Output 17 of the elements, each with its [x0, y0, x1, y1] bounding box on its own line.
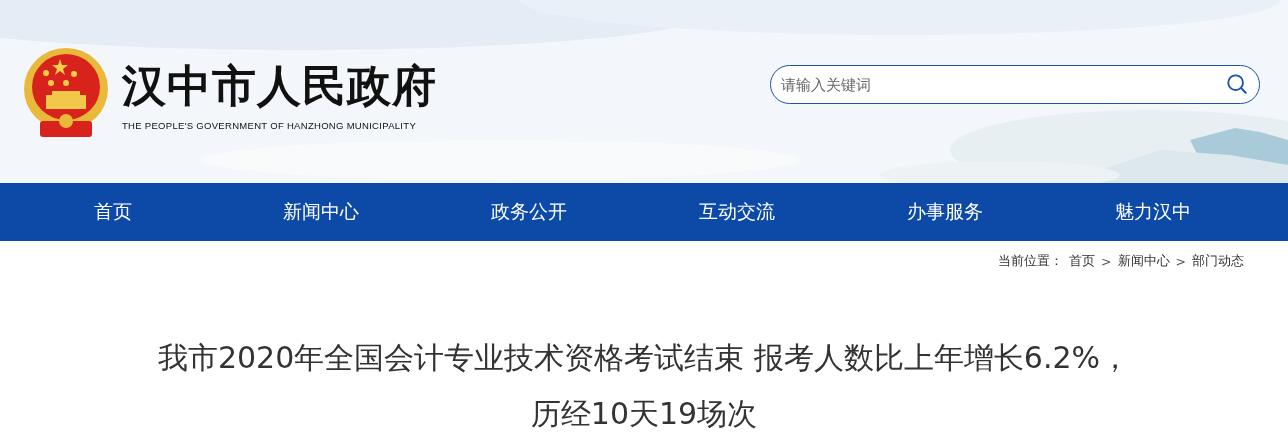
search-icon[interactable]: [1226, 73, 1248, 95]
nav-link[interactable]: 首页: [94, 199, 132, 225]
nav-link[interactable]: 办事服务: [907, 199, 983, 225]
breadcrumb-link[interactable]: 新闻中心: [1117, 253, 1170, 270]
breadcrumb-separator: >: [1101, 254, 1112, 269]
site-subtitle: THE PEOPLE'S GOVERNMENT OF HANZHONG MUNICIPALITY: [122, 119, 418, 131]
search-field[interactable]: 请输入关键词: [770, 65, 1260, 104]
nav-link[interactable]: 新闻中心: [283, 199, 359, 225]
article-title: 我市2020年全国会计专业技术资格考试结束 报考人数比上年增长6.2%，历经10天19场次: [156, 339, 1132, 433]
nav-link[interactable]: 政务公开: [491, 199, 567, 225]
breadcrumb-separator: >: [1175, 254, 1186, 269]
nav-link[interactable]: 互动交流: [699, 199, 775, 225]
breadcrumb-label: 当前位置：: [998, 253, 1064, 270]
site-title: 汉中市人民政府: [122, 58, 437, 113]
nav-link[interactable]: 魅力汉中: [1115, 199, 1191, 225]
breadcrumb-link[interactable]: 部门动态: [1192, 253, 1244, 270]
breadcrumb-link[interactable]: 首页: [1069, 253, 1096, 270]
